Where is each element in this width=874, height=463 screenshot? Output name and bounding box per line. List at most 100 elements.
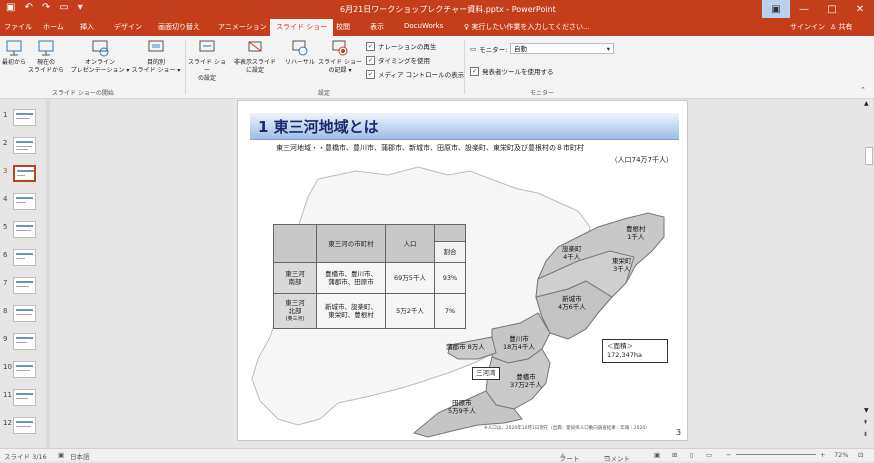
tell-me-search[interactable]: ♀ 実行したい作業を入力してください... [464,22,590,32]
tab-animations[interactable]: アニメーション [218,22,267,32]
slide-sorter-icon[interactable]: ⊞ [672,451,677,459]
table-row: 東三河の市町村 人口 [273,224,466,263]
zoom-in-icon[interactable]: + [820,451,825,459]
slide-thumbnail[interactable]: 8 [0,305,44,327]
tab-slide-show[interactable]: スライド ショー [270,19,334,36]
from-current-slide-button[interactable]: 現在の スライドから [28,40,64,75]
presenter-view-label: 発表者ツールを使用する [482,68,554,76]
slide-canvas[interactable]: 1 東三河地域とは 東三河地域・・豊橋市、豊川市、蒲郡市、新城市、田原市、設楽町… [237,100,688,441]
spell-check-icon[interactable]: ▣ [58,451,64,459]
zoom-out-icon[interactable]: − [726,451,731,459]
collapse-ribbon-icon[interactable]: ⌃ [860,86,866,94]
play-narrations-checkbox[interactable]: ✓ ナレーションの再生 [366,41,436,51]
minimize-icon[interactable]: — [790,0,818,18]
slideshow-current-icon [38,40,54,56]
normal-view-icon[interactable]: ▣ [654,451,660,459]
table-corner-cell [273,224,317,263]
hide-slide-label-2: に設定 [245,67,264,74]
map-label-name: 豊橋市 [516,373,536,381]
slideshow-view-icon[interactable]: ▭ [706,451,712,459]
tab-view[interactable]: 表示 [370,22,384,32]
slide-thumbnail[interactable]: 11 [0,389,44,411]
zoom-level[interactable]: 72% [834,451,848,459]
thumbnail-scrollbar[interactable] [46,99,50,448]
table-cell-cities: 豊橋市、豊川市、 蒲郡市、田原市 [316,262,386,294]
signin-link[interactable]: サインイン [790,22,825,32]
map-label-toyokawa: 豊川市 18万4千人 [503,335,535,351]
from-beginning-label: 最初から [1,59,26,66]
slide-thumbnail[interactable]: 4 [0,193,44,215]
slide-thumbnail[interactable]: 12 [0,417,44,439]
thumbnail-image [13,193,36,210]
slide-thumbnail[interactable]: 6 [0,249,44,271]
table-cell-cities: 新城市、設楽町、 東栄町、豊根村 [316,293,386,329]
region-line: 北部 [288,307,302,315]
record-slide-show-button[interactable]: スライド ショー の記録 ▾ [318,40,362,75]
custom-slide-show-button[interactable]: 目的別 スライド ショー ▾ [130,40,182,75]
present-online-button[interactable]: オンライン プレゼンテーション ▾ [70,40,130,75]
use-timings-checkbox[interactable]: ✓ タイミングを使用 [366,55,430,65]
share-button[interactable]: ♙ 共有 [830,22,853,32]
cities-line: 東栄町、豊根村 [328,311,374,319]
slide-title: 1 東三河地域とは [258,118,379,136]
map-label-shitara: 設楽町 4千人 [562,245,582,261]
save-icon[interactable]: ▣ [6,2,15,13]
group-label-start: スライド ショーの開始 [52,90,114,97]
checkbox-checked-icon: ✓ [366,41,375,51]
show-media-controls-checkbox[interactable]: ✓ メディア コントロールの表示 [366,69,464,79]
maximize-icon[interactable]: □ [818,0,846,18]
presenter-view-checkbox[interactable]: ✓ 発表者ツールを使用する [470,66,554,76]
table-header-pop: 人口 [385,224,435,263]
slide-thumbnail[interactable]: 9 [0,333,44,355]
ribbon-display-options-icon[interactable]: ▣ [762,0,790,18]
scroll-down-icon[interactable]: ▼ [864,407,869,414]
scrollbar-thumb[interactable] [865,147,873,165]
hide-slide-button[interactable]: 非表示スライド に設定 [230,40,280,75]
monitor-select[interactable]: 自動 ▾ [510,43,614,54]
quick-access-toolbar: ▣ ↶ ↷ ▭ ▾ [6,2,83,13]
fit-slide-icon[interactable]: ⊡ [858,451,863,459]
slide-thumbnail[interactable]: 10 [0,361,44,383]
map-label-shinshiro: 新城市 4万6千人 [558,295,586,311]
thumbnail-image [13,109,36,126]
next-slide-icon[interactable]: ⇟ [863,431,868,438]
tab-docuworks[interactable]: DocuWorks [404,22,443,30]
slide-scrollbar[interactable]: ▲ ▼ ⇞ ⇟ [862,99,874,448]
checkbox-checked-icon: ✓ [366,55,375,65]
area-box-value: 172,347ha [607,351,642,359]
tab-review[interactable]: 校閲 [336,22,350,32]
map-label-toyohashi: 豊橋市 37万2千人 [510,373,542,389]
slide-thumbnail[interactable]: 1 [0,109,44,131]
close-icon[interactable]: ✕ [846,0,874,18]
record-slide-show-label-2: の記録 ▾ [328,67,352,74]
slide-thumbnail[interactable]: 2 [0,137,44,159]
map-label-name: 田原市 [452,399,472,407]
zoom-slider[interactable] [736,454,816,455]
window-title: 6月21日ワークショップレクチャー資料.pptx - PowerPoint [340,5,556,14]
slide-thumbnail[interactable]: 5 [0,221,44,243]
map-label-toei: 東栄町 3千人 [612,257,632,273]
slide-thumbnail[interactable]: 7 [0,277,44,299]
reading-view-icon[interactable]: ▯ [690,451,694,459]
slide-thumbnail-active[interactable]: 3 [0,165,44,187]
rehearse-timings-button[interactable]: リハーサル [282,40,318,67]
tab-transitions[interactable]: 画面切り替え [158,22,200,32]
monitor-select-value: 自動 [514,45,527,53]
tab-insert[interactable]: 挿入 [80,22,94,32]
tab-design[interactable]: デザイン [114,22,142,32]
setup-slide-show-button[interactable]: スライド ショー の設定 [186,40,228,83]
slide-number: 12 [3,419,12,427]
tab-home[interactable]: ホーム [43,22,64,32]
hide-slide-icon [248,41,262,52]
start-from-beginning-icon[interactable]: ▭ [59,2,68,13]
previous-slide-icon[interactable]: ⇞ [863,419,868,426]
undo-icon[interactable]: ↶ [24,2,32,13]
customize-qat-icon[interactable]: ▾ [78,2,83,13]
slide-number: 6 [3,251,8,259]
record-slide-show-label-1: スライド ショー [318,59,362,66]
from-beginning-button[interactable]: 最初から [0,40,28,67]
scroll-up-icon[interactable]: ▲ [864,100,869,107]
redo-icon[interactable]: ↷ [42,2,50,13]
tab-file[interactable]: ファイル [4,22,32,32]
checkbox-checked-icon: ✓ [470,66,479,76]
